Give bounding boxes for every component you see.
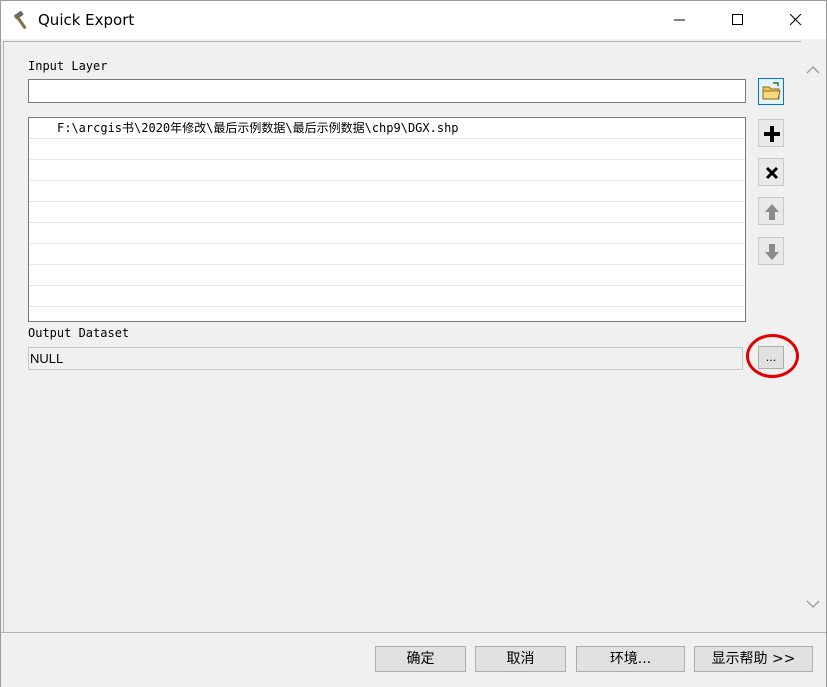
empty-list-row — [29, 139, 745, 160]
empty-list-row — [29, 160, 745, 181]
empty-list-row — [29, 307, 745, 321]
add-icon — [764, 126, 780, 142]
open-folder-button[interactable] — [758, 78, 784, 105]
title-bar[interactable]: Quick Export — [1, 1, 826, 39]
ok-button[interactable]: 确定 — [375, 646, 466, 672]
empty-list-row — [29, 244, 745, 265]
list-item[interactable]: F:\arcgis书\2020年修改\最后示例数据\最后示例数据\chp9\DG… — [29, 118, 745, 139]
scrollbar-arrows — [806, 65, 820, 609]
hammer-icon — [11, 9, 33, 31]
input-layer-field[interactable] — [28, 79, 746, 103]
move-down-icon — [765, 244, 779, 260]
remove-icon — [765, 166, 779, 180]
output-dataset-field[interactable]: NULL — [28, 347, 743, 370]
empty-list-row — [29, 265, 745, 286]
minimize-button[interactable] — [657, 1, 703, 39]
cancel-button[interactable]: 取消 — [475, 646, 566, 672]
input-layer-label: Input Layer — [28, 59, 108, 73]
remove-button[interactable] — [758, 158, 784, 186]
open-folder-icon — [762, 82, 781, 100]
highlight-circle — [746, 334, 799, 378]
show-help-button[interactable]: 显示帮助 >> — [694, 646, 813, 672]
empty-list-row — [29, 181, 745, 202]
move-up-icon — [765, 204, 779, 220]
minimize-icon — [674, 19, 685, 21]
empty-list-row — [29, 223, 745, 244]
environments-button[interactable]: 环境... — [576, 646, 685, 672]
move-down-button[interactable] — [758, 237, 784, 265]
maximize-button[interactable] — [715, 1, 761, 39]
vertical-scrollbar[interactable] — [801, 41, 826, 631]
close-button[interactable] — [773, 1, 819, 39]
maximize-icon — [732, 14, 743, 25]
window-title: Quick Export — [38, 11, 135, 29]
close-icon — [790, 14, 802, 26]
input-list[interactable]: F:\arcgis书\2020年修改\最后示例数据\最后示例数据\chp9\DG… — [28, 117, 746, 322]
empty-list-row — [29, 286, 745, 307]
output-dataset-label: Output Dataset — [28, 326, 130, 340]
add-button[interactable] — [758, 119, 784, 147]
move-up-button[interactable] — [758, 197, 784, 225]
empty-list-row — [29, 202, 745, 223]
quick-export-window: Quick Export Input Layer F:\arcgis书\2020… — [0, 0, 827, 687]
